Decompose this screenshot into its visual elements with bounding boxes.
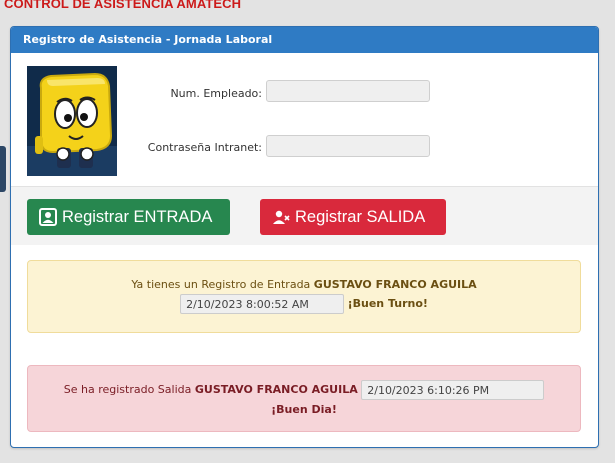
exit-alert-employee-name: GUSTAVO FRANCO AGUILA <box>194 383 358 396</box>
entry-alert-greeting: ¡Buen Turno! <box>347 297 428 310</box>
entry-alert-prefix: Ya tienes un Registro de Entrada <box>131 278 311 291</box>
exit-alert-greeting: ¡Buen Dia! <box>271 403 337 416</box>
employee-number-input[interactable] <box>266 80 430 102</box>
employee-number-label: Num. Empleado: <box>170 87 262 100</box>
register-exit-label: Registrar SALIDA <box>295 207 426 226</box>
panel-title: Registro de Asistencia - Jornada Laboral <box>11 27 598 53</box>
exit-alert-prefix: Se ha registrado Salida <box>63 383 192 396</box>
action-bar: Registrar ENTRADA Registrar SALIDA <box>11 186 598 245</box>
entry-alert-employee-name: GUSTAVO FRANCO AGUILA <box>313 278 477 291</box>
register-entry-label: Registrar ENTRADA <box>62 207 213 226</box>
exit-timestamp-field: 2/10/2023 6:10:26 PM <box>361 380 545 400</box>
entry-registered-alert: Ya tienes un Registro de Entrada GUSTAVO… <box>27 260 581 333</box>
register-entry-button[interactable]: Registrar ENTRADA <box>27 199 230 235</box>
exit-registered-alert: Se ha registrado Salida GUSTAVO FRANCO A… <box>27 365 581 432</box>
user-square-icon <box>39 208 57 226</box>
side-tab-handle[interactable] <box>0 146 6 192</box>
intranet-password-input[interactable] <box>266 135 430 157</box>
user-x-icon <box>272 208 290 226</box>
entry-timestamp-field: 2/10/2023 8:00:52 AM <box>180 294 345 314</box>
mascot-avatar <box>27 66 117 176</box>
intranet-password-label: Contraseña Intranet: <box>147 141 262 154</box>
register-exit-button[interactable]: Registrar SALIDA <box>260 199 446 235</box>
page-title: CONTROL DE ASISTENCIA AMATECH <box>4 0 242 11</box>
attendance-panel: Registro de Asistencia - Jornada Laboral <box>10 26 599 448</box>
